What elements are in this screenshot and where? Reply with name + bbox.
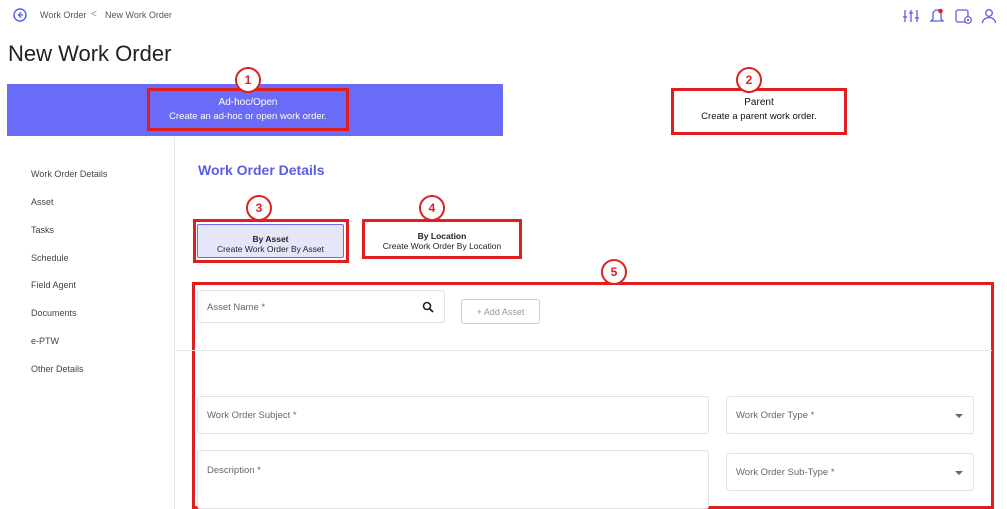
type-placeholder: Work Order Type *	[736, 410, 815, 421]
annotation-marker-3: 3	[246, 195, 272, 221]
subtype-placeholder: Work Order Sub-Type *	[736, 467, 835, 478]
breadcrumb-current: New Work Order	[105, 10, 172, 20]
annotation-marker-4: 4	[419, 195, 445, 221]
page-title: New Work Order	[8, 41, 172, 66]
description-placeholder: Description *	[207, 465, 261, 476]
parent-tab-label[interactable]: Parent Create a parent work order.	[674, 89, 844, 122]
top-bar: Work Order < New Work Order	[0, 0, 1007, 30]
by-asset-title: By Asset	[252, 234, 289, 244]
search-icon[interactable]	[422, 301, 434, 313]
breadcrumb-root[interactable]: Work Order	[40, 10, 86, 20]
sidebar-item-field-agent[interactable]: Field Agent	[31, 280, 76, 290]
sidebar-item-asset[interactable]: Asset	[31, 197, 54, 207]
user-icon[interactable]	[977, 6, 1001, 26]
sidebar-item-schedule[interactable]: Schedule	[31, 253, 69, 263]
parent-tab-subtitle: Create a parent work order.	[701, 111, 817, 122]
form-divider	[176, 350, 992, 351]
sidebar: Work Order Details Asset Tasks Schedule …	[7, 137, 175, 509]
description-input[interactable]: Description *	[197, 450, 709, 509]
asset-name-input[interactable]: Asset Name *	[197, 290, 445, 323]
sidebar-item-other-details[interactable]: Other Details	[31, 364, 84, 374]
sidebar-item-eptw[interactable]: e-PTW	[31, 336, 59, 346]
breadcrumb-separator: <	[91, 9, 97, 20]
sidebar-item-tasks[interactable]: Tasks	[31, 225, 54, 235]
work-order-type-select[interactable]: Work Order Type *	[726, 396, 974, 434]
section-title: Work Order Details	[198, 162, 325, 178]
calendar-clock-icon[interactable]	[951, 6, 975, 26]
adhoc-tab-title: Ad-hoc/Open	[218, 97, 278, 108]
filter-sliders-icon[interactable]	[899, 6, 923, 26]
chevron-down-icon	[955, 414, 963, 418]
adhoc-tab-subtitle: Create an ad-hoc or open work order.	[169, 111, 327, 122]
annotation-marker-1: 1	[235, 67, 261, 93]
chevron-down-icon	[955, 471, 963, 475]
annotation-marker-2: 2	[736, 67, 762, 93]
by-location-title: By Location	[417, 231, 467, 241]
work-order-subject-input[interactable]: Work Order Subject *	[197, 396, 709, 434]
subject-placeholder: Work Order Subject *	[207, 410, 297, 421]
header-actions	[897, 6, 1001, 26]
alarm-icon[interactable]	[925, 6, 949, 26]
annotation-marker-5: 5	[601, 259, 627, 285]
sidebar-item-documents[interactable]: Documents	[31, 308, 77, 318]
by-location-subtitle: Create Work Order By Location	[382, 241, 502, 251]
add-asset-button[interactable]: + Add Asset	[461, 299, 540, 324]
parent-tab-title: Parent	[744, 97, 774, 108]
asset-name-placeholder: Asset Name *	[207, 302, 266, 313]
by-location-button[interactable]: By Location Create Work Order By Locatio…	[366, 222, 518, 256]
by-asset-button[interactable]: By Asset Create Work Order By Asset	[197, 224, 344, 258]
back-circle-icon[interactable]	[13, 8, 27, 22]
sidebar-item-work-order-details[interactable]: Work Order Details	[31, 169, 107, 179]
work-order-subtype-select[interactable]: Work Order Sub-Type *	[726, 453, 974, 491]
by-asset-subtitle: Create Work Order By Asset	[216, 244, 325, 254]
adhoc-tab-label[interactable]: Ad-hoc/Open Create an ad-hoc or open wor…	[150, 89, 346, 122]
